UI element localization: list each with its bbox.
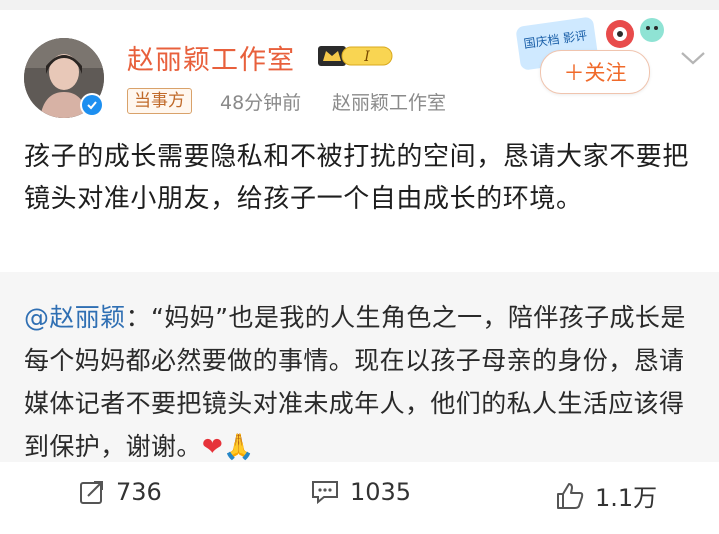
comment-icon [312,481,338,505]
follow-button[interactable]: ＋关注 [540,50,650,94]
emoji-text: ❤🙏 [201,432,255,461]
post-time: 48分钟前 [220,92,302,114]
mention-link[interactable]: @赵丽颖 [24,303,126,332]
like-count: 1.1万 [595,484,658,512]
like-button[interactable]: 1.1万 [555,478,657,513]
author-name[interactable]: 赵丽颖工作室 [127,38,295,77]
top-divider [0,0,719,10]
post-source[interactable]: 赵丽颖工作室 [332,88,446,115]
status-tag: 当事方 [127,88,192,114]
verified-badge-icon [80,93,104,117]
repost-body: @赵丽颖：“妈妈”也是我的人生角色之一，陪伴孩子成长是每个妈妈都必然要做的事情。… [24,296,700,468]
vip-level-icon[interactable]: I [318,44,394,68]
action-bar: 736 1035 1.1万 [0,470,719,530]
thumbs-up-icon [557,482,584,509]
vip-level-text: I [363,49,370,65]
chevron-down-icon[interactable] [679,48,707,68]
repost-count: 736 [116,478,162,506]
comment-button[interactable]: 1035 [310,478,411,506]
repost-card[interactable]: @赵丽颖：“妈妈”也是我的人生角色之一，陪伴孩子成长是每个妈妈都必然要做的事情。… [0,272,719,462]
repost-button[interactable]: 736 [78,478,162,506]
post-body: 孩子的成长需要隐私和不被打扰的空间，恳请大家不要把镜头对准小朋友，给孩子一个自由… [24,142,690,214]
repost-icon [80,481,103,504]
comment-count: 1035 [350,478,412,506]
